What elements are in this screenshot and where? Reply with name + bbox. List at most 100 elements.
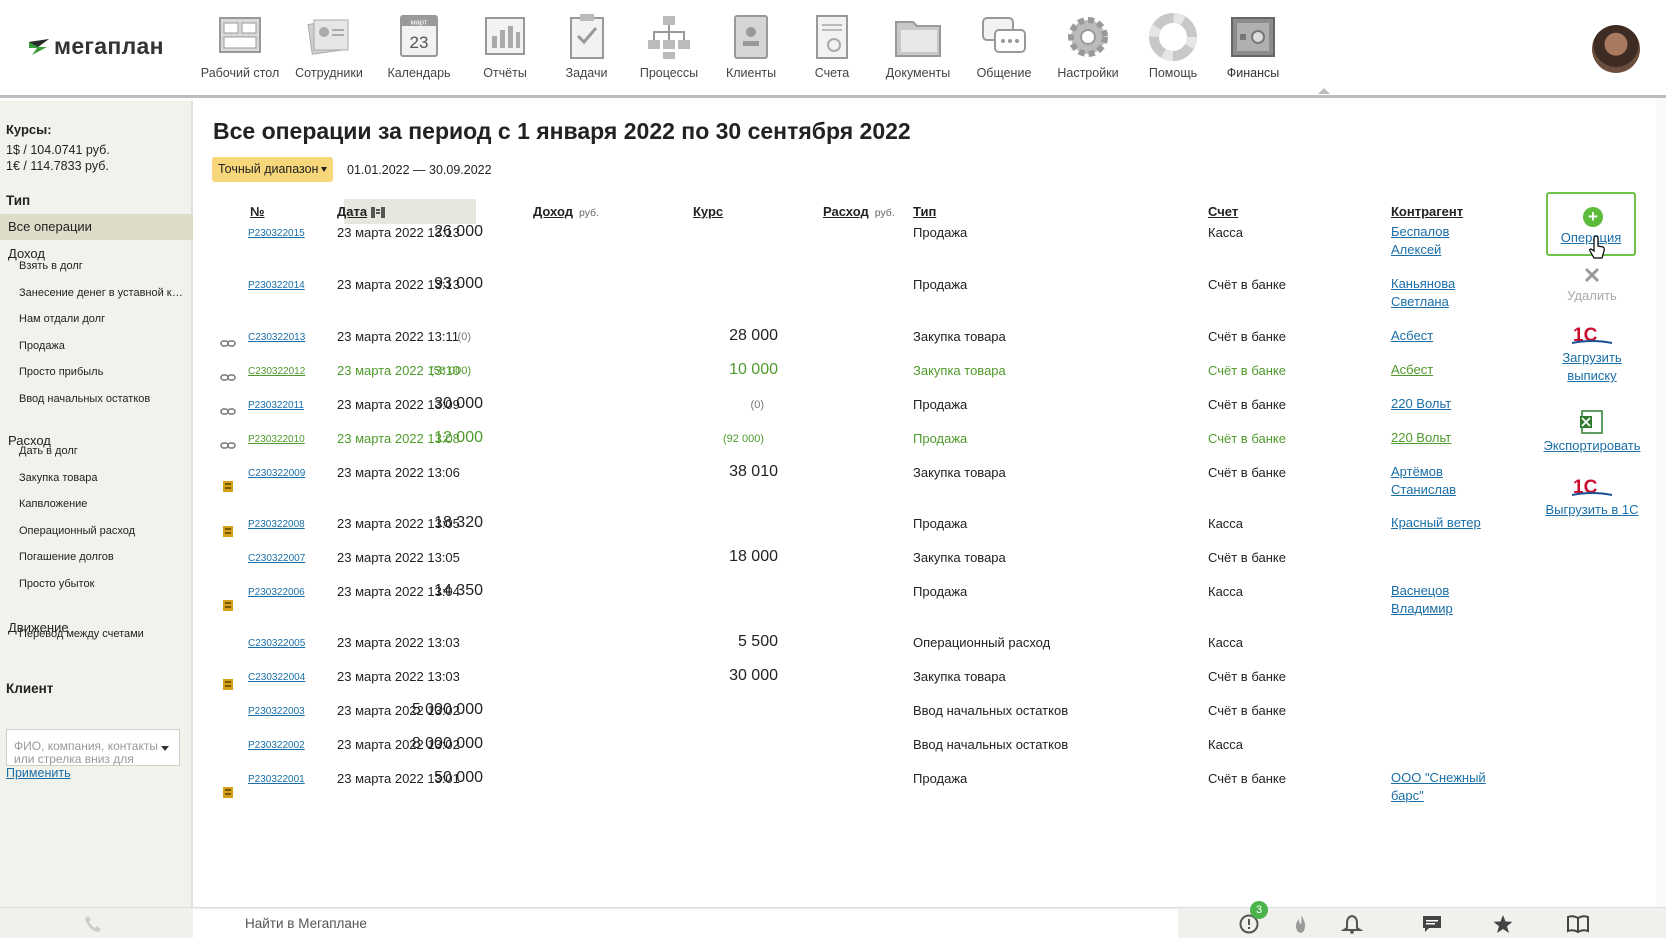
range-dropdown[interactable]: Точный диапазон <box>212 157 334 182</box>
sidebar-subitem-income[interactable]: Занесение денег в уставной капитал <box>19 287 187 299</box>
link-icon <box>220 374 236 381</box>
sidebar-subitem-income[interactable]: Ввод начальных остатков <box>19 393 187 405</box>
sidebar-subitem-income[interactable]: Нам отдали долг <box>19 313 187 325</box>
coins-icon <box>223 787 233 798</box>
bell-icon[interactable] <box>1341 914 1363 934</box>
fire-icon[interactable] <box>1290 914 1312 934</box>
operation-number-link[interactable]: P230322002 <box>248 740 305 751</box>
operation-account: Счёт в банке <box>1208 277 1286 292</box>
export-button[interactable]: Экспортировать <box>1536 410 1648 455</box>
operation-type: Продажа <box>913 771 968 786</box>
counterparty-link[interactable]: Артёмов Станислав <box>1391 463 1487 499</box>
global-search-input[interactable]: Найти в Мегаплане <box>193 909 1178 938</box>
megaplan-logo[interactable]: мегаплан <box>28 33 164 60</box>
counterparty-link[interactable]: Красный ветер <box>1391 514 1487 532</box>
operation-number-link[interactable]: P230322015 <box>248 228 305 239</box>
sidebar-subitem-expense[interactable]: Просто убыток <box>19 578 187 590</box>
col-header-type[interactable]: Тип <box>913 204 936 219</box>
nav-item-lifebuoy[interactable]: Помощь <box>1132 12 1214 80</box>
export-1c-button[interactable]: 1С Выгрузить в 1С <box>1536 476 1648 519</box>
sidebar-subitem-expense[interactable]: Дать в долг <box>19 445 187 457</box>
nav-item-employees[interactable]: Сотрудники <box>285 12 373 80</box>
operation-number-link[interactable]: C230322004 <box>248 672 305 683</box>
col-header-income[interactable]: Доход руб. <box>533 204 599 219</box>
phone-icon[interactable] <box>84 915 102 933</box>
operation-number-link[interactable]: P230322014 <box>248 280 305 291</box>
operation-number-link[interactable]: P230322006 <box>248 587 305 598</box>
nav-item-processes[interactable]: Процессы <box>628 12 710 80</box>
income-amount: 8 000 000 <box>411 735 483 752</box>
book-icon[interactable] <box>1567 914 1589 934</box>
col-header-account[interactable]: Счет <box>1208 204 1238 219</box>
col-header-num[interactable]: № <box>250 204 265 219</box>
sidebar-item-all-operations[interactable]: Все операции <box>0 214 193 240</box>
counterparty-link[interactable]: Васнецов Владимир <box>1391 582 1487 618</box>
col-header-date[interactable]: Дата <box>337 204 386 219</box>
star-icon[interactable] <box>1492 914 1514 934</box>
nav-item-invoices[interactable]: Счета <box>792 12 872 80</box>
col-header-rate[interactable]: Курс <box>693 204 723 219</box>
counterparty-link[interactable]: 220 Вольт <box>1391 429 1487 447</box>
sidebar-subitem-movement[interactable]: Перевод между счетами <box>19 628 187 640</box>
counterparty-link[interactable]: 220 Вольт <box>1391 395 1487 413</box>
operation-number-link[interactable]: P230322010 <box>248 434 305 445</box>
lifebuoy-icon <box>1148 12 1198 62</box>
message-icon[interactable] <box>1421 914 1443 934</box>
delete-button[interactable]: Удалить <box>1536 266 1648 305</box>
operation-number-link[interactable]: C230322005 <box>248 638 305 649</box>
apply-link[interactable]: Применить <box>6 766 71 780</box>
nav-item-documents[interactable]: Документы <box>872 12 964 80</box>
nav-item-safe[interactable]: Финансы <box>1214 12 1292 80</box>
operation-number-link[interactable]: P230322008 <box>248 519 305 530</box>
income-amount: 26 000 <box>434 223 483 240</box>
onec-icon: 1С <box>1571 477 1613 498</box>
nav-label: Процессы <box>639 66 699 80</box>
income-amount: 93 000 <box>434 275 483 292</box>
nav-item-reports[interactable]: Отчёты <box>465 12 545 80</box>
operation-number-link[interactable]: P230322011 <box>248 400 304 411</box>
operation-number-link[interactable]: P230322003 <box>248 706 305 717</box>
nav-label: Рабочий стол <box>200 66 280 80</box>
tasks-icon <box>562 12 612 62</box>
avatar[interactable] <box>1592 25 1640 73</box>
operation-account: Счёт в банке <box>1208 397 1286 412</box>
operation-type: Операционный расход <box>913 635 1051 650</box>
sidebar-subitem-expense[interactable]: Операционный расход <box>19 525 187 537</box>
chevron-down-icon[interactable] <box>161 746 169 751</box>
operation-number-link[interactable]: C230322012 <box>248 366 305 377</box>
nav-item-calendar[interactable]: март 23 Календарь <box>373 12 465 80</box>
counterparty-link[interactable]: Беспалов Алексей <box>1391 223 1487 259</box>
nav-item-gear[interactable]: Настройки <box>1044 12 1132 80</box>
nav-item-desktop[interactable]: Рабочий стол <box>195 12 285 80</box>
sidebar-subitem-income[interactable]: Продажа <box>19 340 187 352</box>
sidebar-subitem-income[interactable]: Просто прибыль <box>19 366 187 378</box>
excel-icon <box>1580 410 1603 434</box>
sidebar-subitem-expense[interactable]: Закупка товара <box>19 472 187 484</box>
range-text[interactable]: 01.01.2022 — 30.09.2022 <box>347 163 492 177</box>
operation-number-link[interactable]: C230322007 <box>248 553 305 564</box>
nav-item-tasks[interactable]: Задачи <box>545 12 628 80</box>
sidebar-subitem-income[interactable]: Взять в долг <box>19 260 187 272</box>
counterparty-link[interactable]: ООО "Снежный барс" <box>1391 769 1487 805</box>
gear-icon <box>1063 12 1113 62</box>
nav-item-clients[interactable]: Клиенты <box>710 12 792 80</box>
operation-account: Счёт в банке <box>1208 703 1286 718</box>
operation-number-link[interactable]: C230322009 <box>248 468 305 479</box>
main-nav: Рабочий стол Сотрудники март 23 Календарь Отч… <box>195 12 1292 80</box>
col-header-counterparty[interactable]: Контрагент <box>1391 204 1463 219</box>
scrollbar[interactable] <box>1656 98 1666 907</box>
phone-area[interactable] <box>0 908 193 938</box>
operation-number-link[interactable]: C230322013 <box>248 332 305 343</box>
expense-linked-amount: (92 000) <box>723 433 764 445</box>
nav-item-chat[interactable]: Общение <box>964 12 1044 80</box>
counterparty-link[interactable]: Каньянова Светлана <box>1391 275 1487 311</box>
client-search-input[interactable]: ФИО, компания, контакты или стрелка вниз… <box>6 729 180 766</box>
counterparty-link[interactable]: Асбест <box>1391 361 1487 379</box>
reports-icon <box>480 12 530 62</box>
import-statement-button[interactable]: 1С Загрузить выписку <box>1536 324 1648 385</box>
sidebar-subitem-expense[interactable]: Погашение долгов <box>19 551 187 563</box>
col-header-expense[interactable]: Расход руб. <box>823 204 895 219</box>
counterparty-link[interactable]: Асбест <box>1391 327 1487 345</box>
sidebar-subitem-expense[interactable]: Капвложение <box>19 498 187 510</box>
operation-number-link[interactable]: P230322001 <box>248 774 305 785</box>
